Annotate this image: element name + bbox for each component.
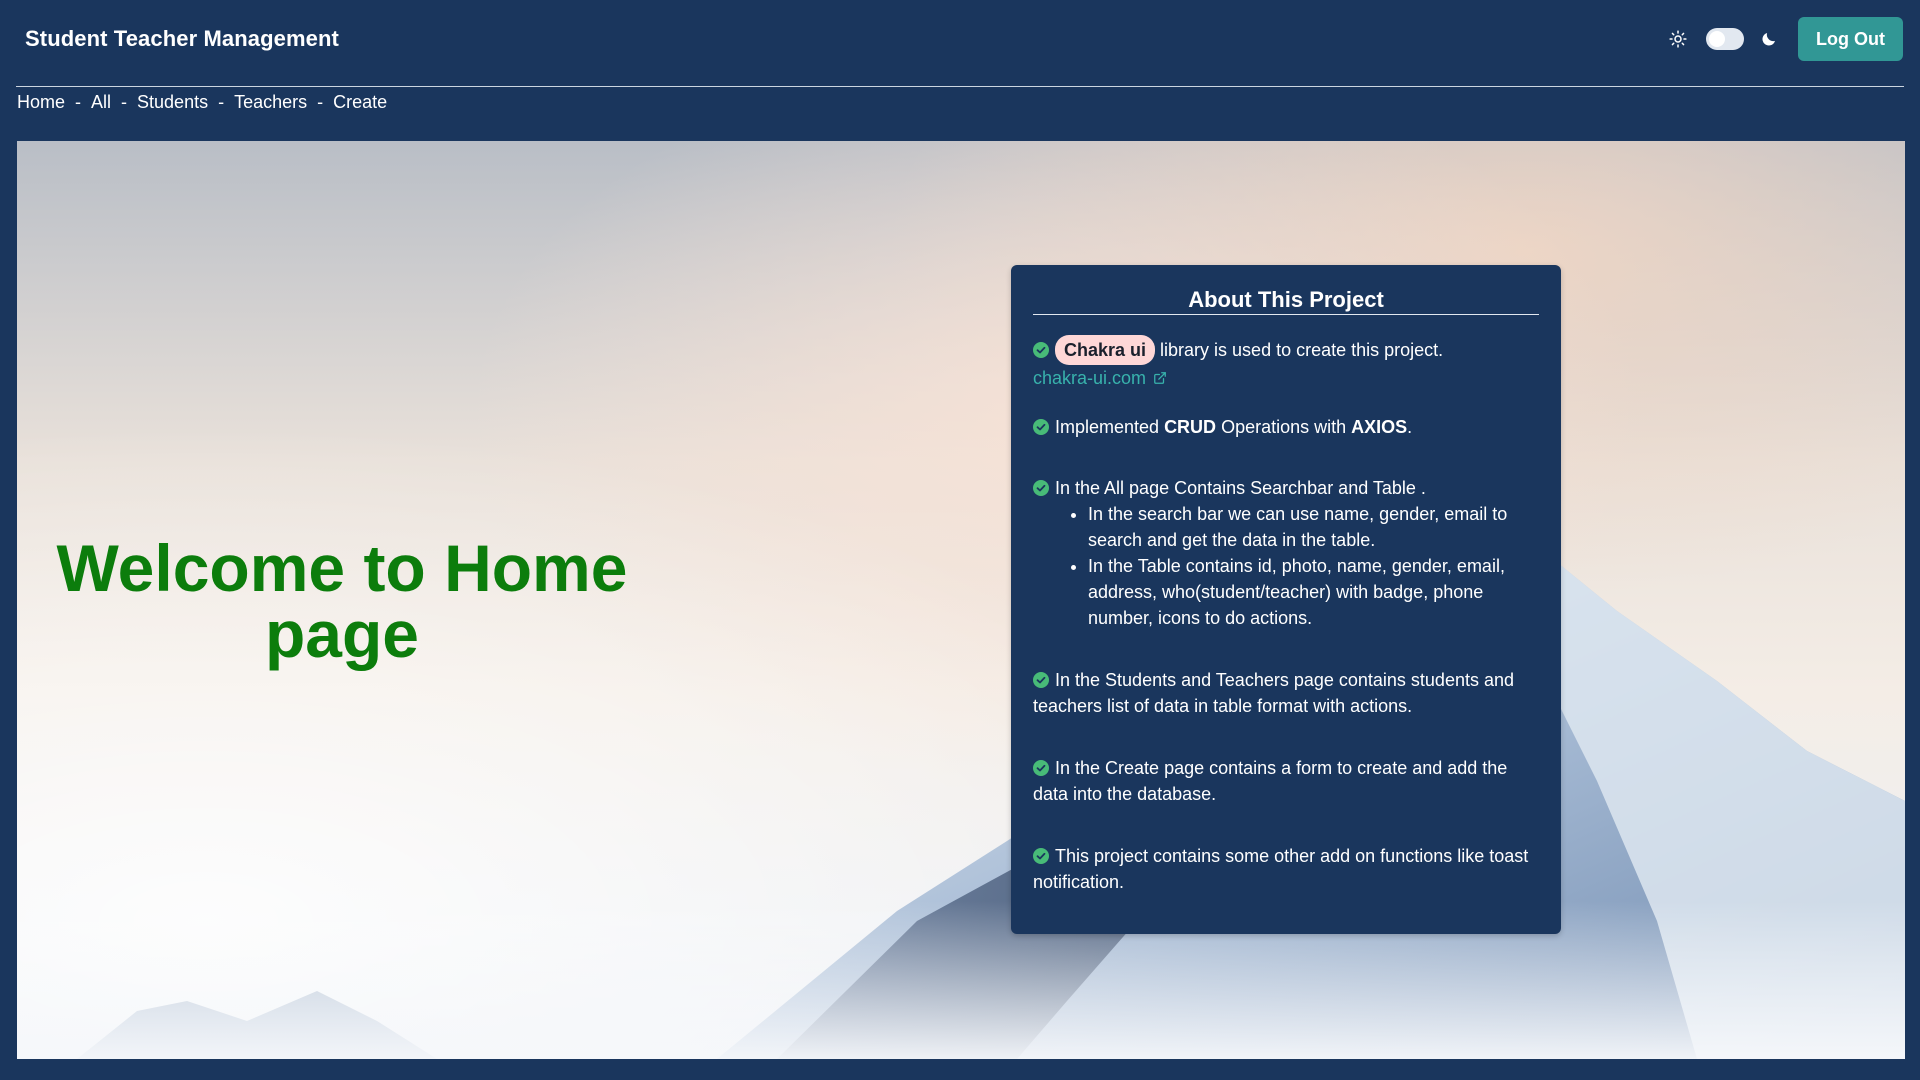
check-circle-icon [1033, 342, 1049, 358]
breadcrumb-create[interactable]: Create [333, 92, 387, 113]
chakra-badge: Chakra ui [1055, 335, 1156, 365]
chakra-link-label: chakra-ui.com [1033, 368, 1147, 388]
hero-banner: Welcome to Home page [17, 141, 1905, 1059]
feature-text: . [1407, 417, 1413, 437]
crud-text: CRUD [1164, 417, 1217, 437]
feature-item-crud: Implemented CRUD Operations with AXIOS. [1033, 414, 1539, 440]
feature-item-students-teachers: In the Students and Teachers page contai… [1033, 667, 1539, 719]
list-item: In the search bar we can use name, gende… [1088, 501, 1539, 553]
check-circle-icon [1033, 480, 1049, 496]
feature-item-chakra: Chakra ui library is used to create this… [1033, 335, 1539, 391]
toggle-knob [1709, 31, 1726, 47]
check-circle-icon [1033, 672, 1049, 688]
app-title: Student Teacher Management [25, 26, 339, 51]
feature-text: In the Create page contains a form to cr… [1033, 758, 1508, 804]
breadcrumb-all[interactable]: All [91, 92, 111, 113]
feature-text: library is used to create this project. [1155, 340, 1444, 360]
feature-item-add-ons: This project contains some other add on … [1033, 843, 1539, 895]
header-actions: Log Out [1667, 17, 1903, 61]
feature-item-create-page: In the Create page contains a form to cr… [1033, 755, 1539, 807]
breadcrumb-separator: - [121, 91, 128, 112]
breadcrumb-separator: - [317, 91, 324, 112]
about-project-card: About This Project Chakra ui library is … [1011, 265, 1561, 934]
axios-text: AXIOS [1351, 417, 1408, 437]
welcome-heading-line-1: Welcome to Home [56, 531, 628, 605]
about-title: About This Project [1033, 287, 1539, 315]
welcome-heading-line-2: page [264, 597, 420, 671]
theme-toggle[interactable] [1706, 28, 1745, 50]
sun-icon [1667, 28, 1689, 50]
feature-text: This project contains some other add on … [1033, 846, 1529, 892]
feature-text: Implemented [1055, 417, 1165, 437]
breadcrumb-teachers[interactable]: Teachers [234, 92, 307, 113]
breadcrumb: Home - All - Students - Teachers - Creat… [17, 91, 387, 113]
moon-icon [1758, 28, 1780, 50]
check-circle-icon [1033, 760, 1049, 776]
list-item: In the Table contains id, photo, name, g… [1088, 553, 1539, 631]
feature-text: Operations with [1216, 417, 1352, 437]
all-page-details-list: In the search bar we can use name, gende… [1088, 501, 1539, 631]
check-circle-icon [1033, 419, 1049, 435]
check-circle-icon [1033, 848, 1049, 864]
external-link-icon [1154, 372, 1166, 384]
breadcrumb-home[interactable]: Home [17, 92, 65, 113]
breadcrumb-students[interactable]: Students [137, 92, 208, 113]
logout-button[interactable]: Log Out [1798, 17, 1903, 61]
welcome-heading: Welcome to Home page [37, 535, 647, 667]
chakra-link[interactable]: chakra-ui.com [1033, 365, 1167, 391]
feature-text: In the Students and Teachers page contai… [1033, 670, 1514, 716]
breadcrumb-separator: - [75, 91, 82, 112]
breadcrumb-separator: - [218, 91, 225, 112]
feature-text: In the All page Contains Searchbar and T… [1055, 478, 1426, 498]
header-divider [16, 86, 1904, 87]
top-navbar: Student Teacher Management Log Out [0, 0, 1920, 78]
feature-item-all-page: In the All page Contains Searchbar and T… [1033, 475, 1539, 631]
